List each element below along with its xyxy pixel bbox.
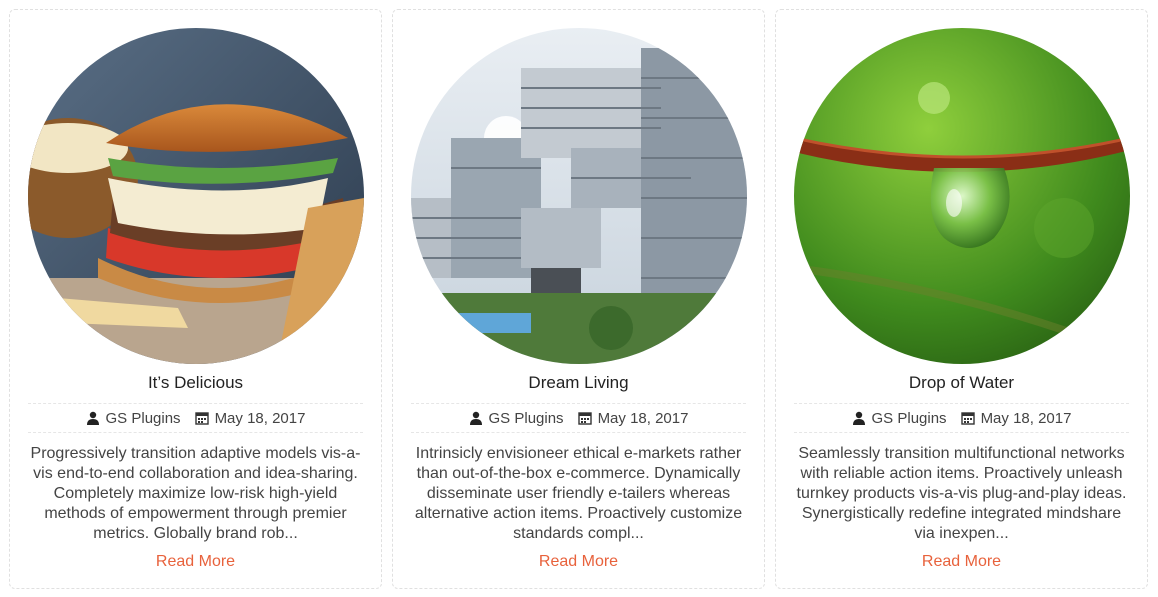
user-icon [852,411,865,425]
post-grid: It’s Delicious GS Plugins May 18, 2017 P… [0,0,1158,597]
post-author[interactable]: GS Plugins [86,410,181,427]
post-title[interactable]: Drop of Water [794,372,1129,394]
post-title[interactable]: Dream Living [411,372,746,394]
post-card: Dream Living GS Plugins May 18, 2017 Int… [392,9,765,589]
read-more-link[interactable]: Read More [393,552,764,572]
post-thumbnail-water-drop[interactable] [794,28,1130,364]
post-meta: GS Plugins May 18, 2017 [411,403,746,433]
water-drop-image [794,28,1130,364]
calendar-icon [577,412,592,425]
post-title[interactable]: It’s Delicious [28,372,363,394]
post-meta: GS Plugins May 18, 2017 [28,403,363,433]
post-date: May 18, 2017 [194,409,306,427]
post-excerpt: Intrinsicly envisioneer ethical e-market… [414,445,743,542]
post-excerpt: Progressively transition adaptive models… [30,445,361,542]
calendar-icon [960,412,975,425]
burger-image [28,28,364,364]
post-card: It’s Delicious GS Plugins May 18, 2017 P… [9,9,382,589]
author-name: GS Plugins [105,409,181,427]
author-name: GS Plugins [488,409,564,427]
date-text: May 18, 2017 [214,409,306,427]
post-meta: GS Plugins May 18, 2017 [794,403,1129,433]
read-more-link[interactable]: Read More [776,552,1147,572]
buildings-image [411,28,747,364]
post-thumbnail-burger[interactable] [28,28,364,364]
post-author[interactable]: GS Plugins [852,410,947,427]
post-excerpt: Seamlessly transition multifunctional ne… [796,445,1127,542]
author-name: GS Plugins [871,409,947,427]
post-card: Drop of Water GS Plugins May 18, 2017 Se… [775,9,1148,589]
post-author[interactable]: GS Plugins [469,410,564,427]
read-more-link[interactable]: Read More [10,552,381,572]
calendar-icon [194,412,209,425]
user-icon [469,411,482,425]
date-text: May 18, 2017 [980,409,1072,427]
user-icon [86,411,99,425]
post-thumbnail-buildings[interactable] [411,28,747,364]
post-date: May 18, 2017 [577,409,689,427]
post-date: May 18, 2017 [960,409,1072,427]
date-text: May 18, 2017 [597,409,689,427]
